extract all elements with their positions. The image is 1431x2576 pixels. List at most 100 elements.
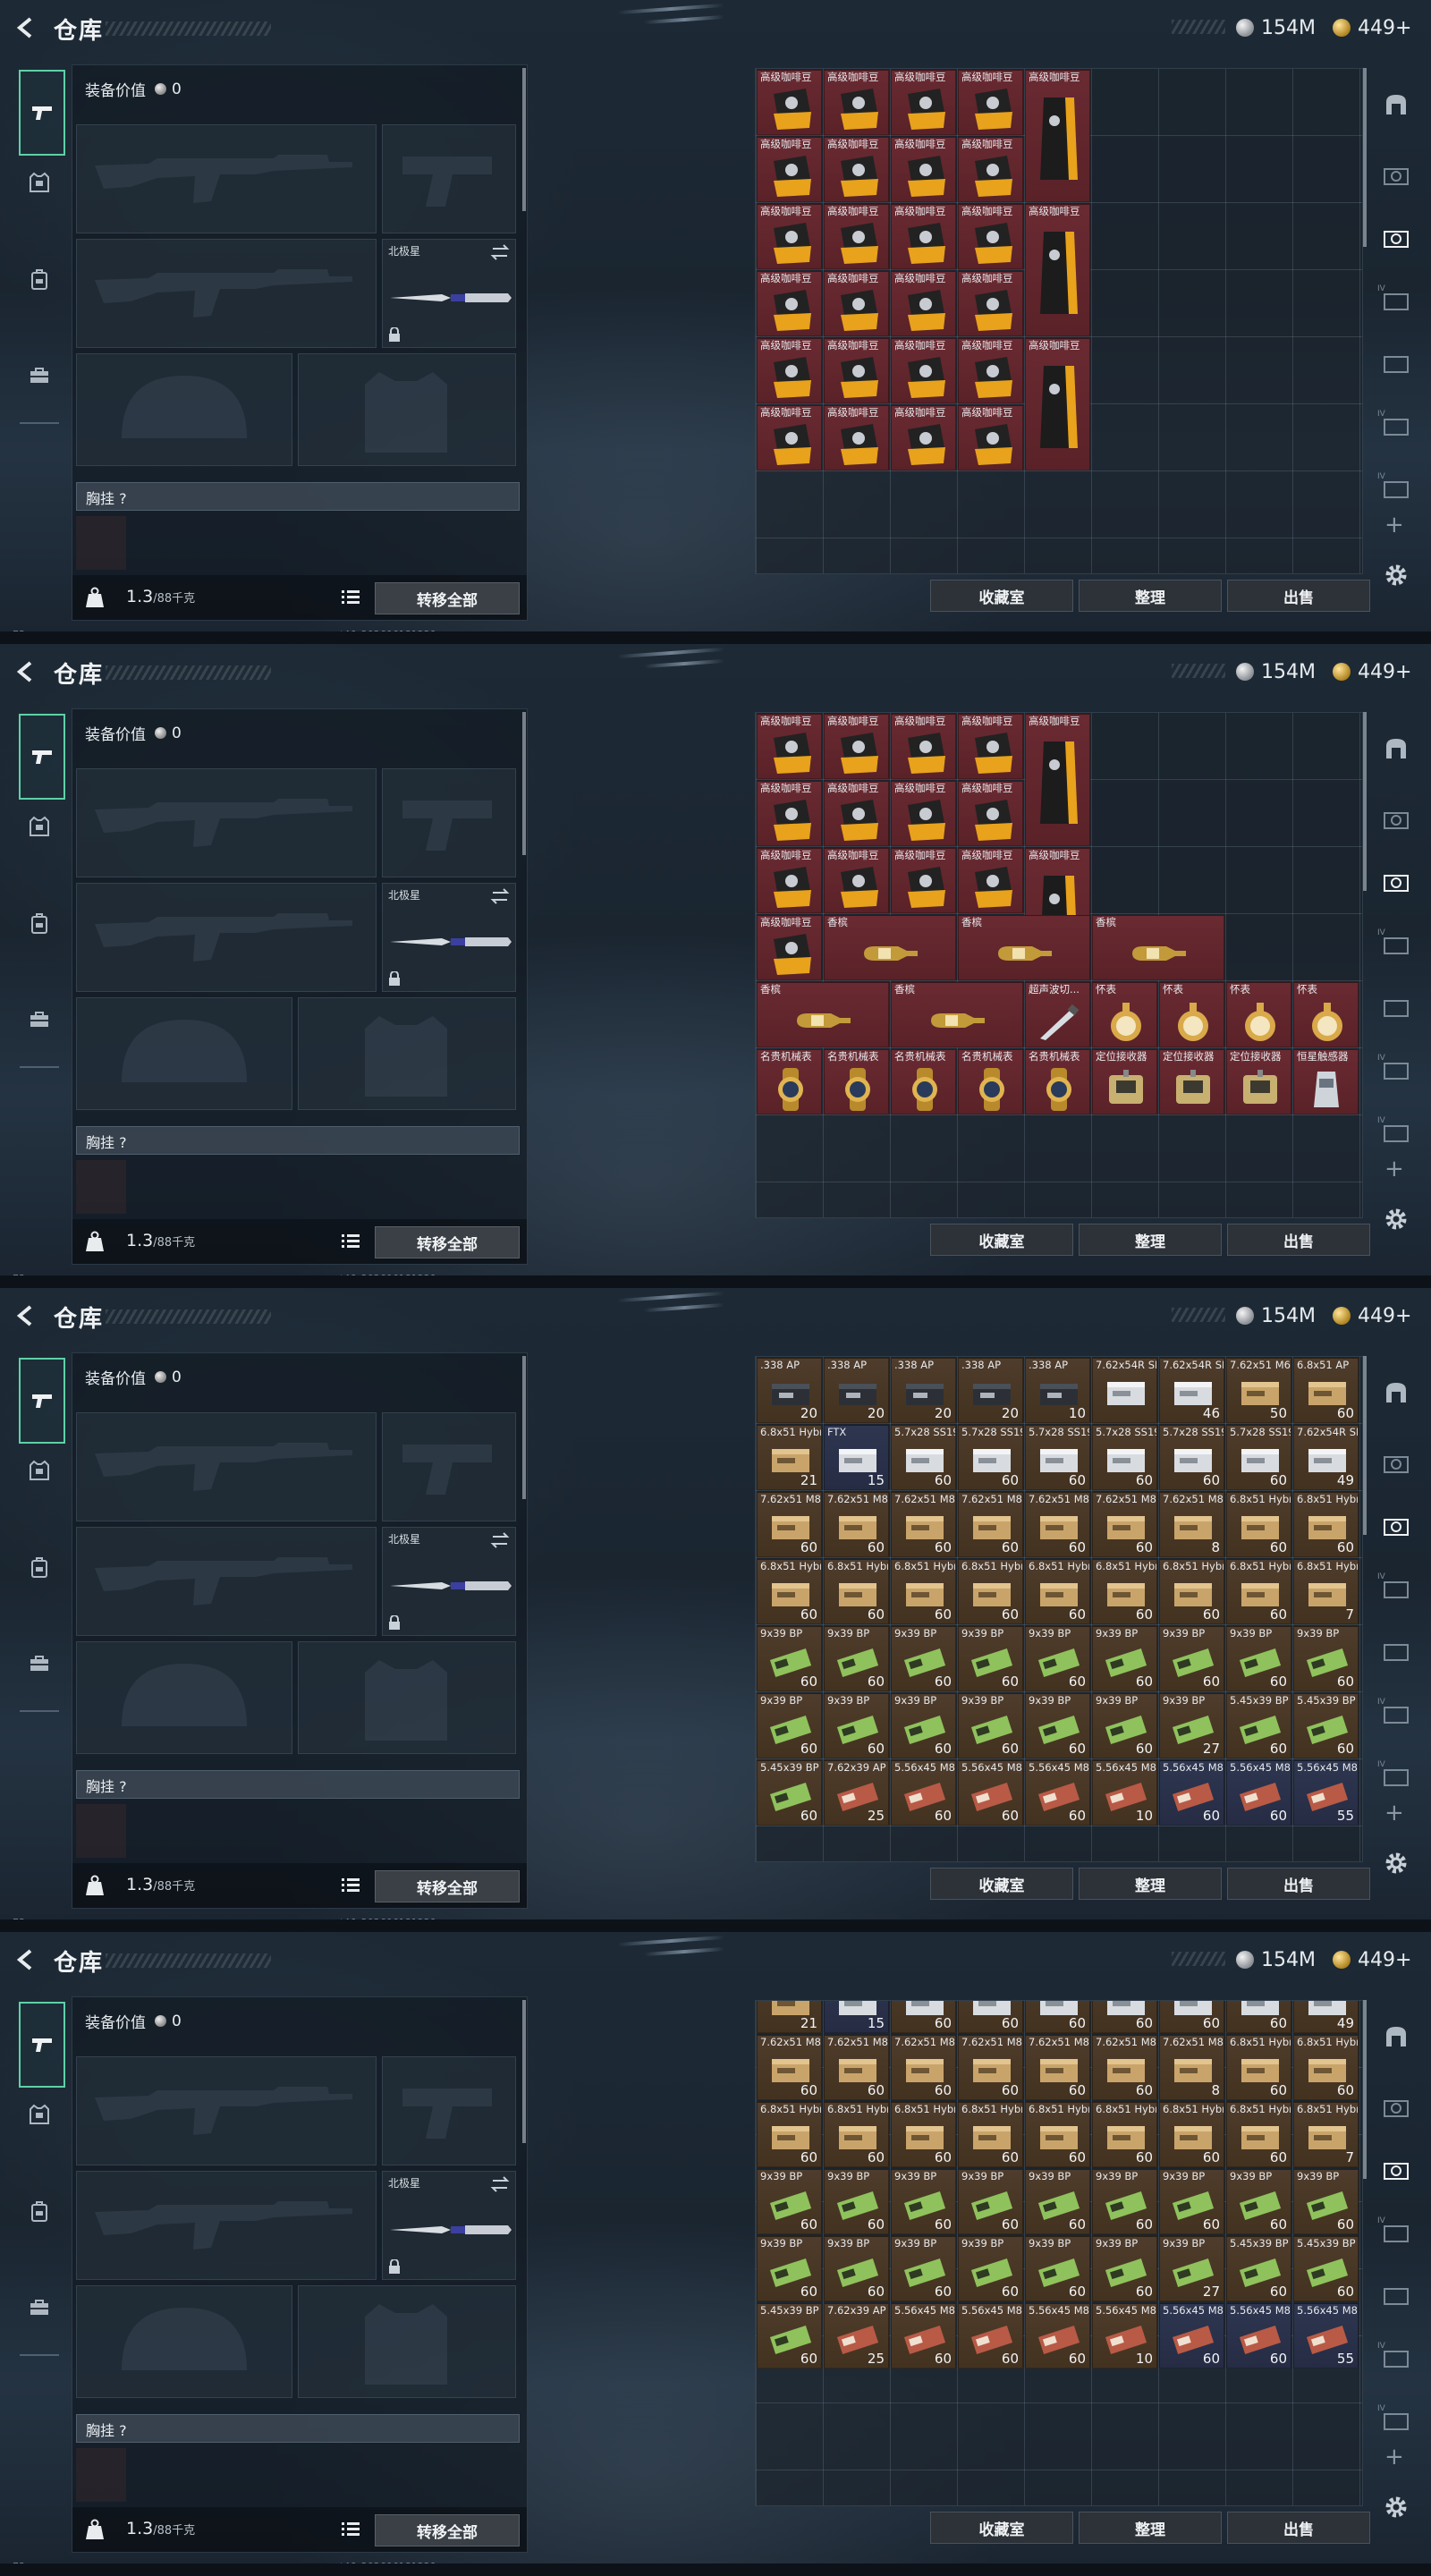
stash-item[interactable]: 高级咖啡豆 (891, 137, 956, 202)
chest-rig-bar[interactable]: 胸挂 ? (76, 1126, 520, 1155)
stash-item[interactable]: 高级咖啡豆 (958, 714, 1023, 779)
pistol-slot[interactable] (382, 2056, 516, 2165)
gear-icon[interactable] (1383, 1850, 1410, 1877)
melee-slot[interactable]: 北极星 (382, 2171, 516, 2280)
armor-slot[interactable] (298, 353, 516, 466)
stash-item[interactable]: 6.8x51 AP 60 (1293, 1358, 1359, 1423)
nav-armor[interactable] (20, 163, 59, 202)
stash-item[interactable]: 怀表 (1159, 982, 1224, 1047)
gear-icon[interactable] (1383, 562, 1410, 589)
gold-currency[interactable]: 449+ (1333, 1946, 1411, 1973)
pistol-slot[interactable] (382, 124, 516, 233)
stash-item[interactable]: 6.8x51 Hybrid 60 (1226, 1492, 1291, 1557)
stash-scrollbar[interactable] (1363, 1356, 1367, 1535)
stash-item[interactable]: 5.56x45 M855 60 (891, 1760, 956, 1826)
silver-currency[interactable]: 154M (1236, 1302, 1316, 1329)
secondary-weapon-slot[interactable] (76, 1527, 377, 1636)
stash-item[interactable]: 高级咖啡豆 (1025, 70, 1090, 202)
container-tab[interactable]: IV (1377, 2342, 1411, 2374)
primary-weapon-slot[interactable] (76, 124, 377, 233)
back-button[interactable] (13, 1946, 39, 1973)
stash-item[interactable]: 定位接收器 (1226, 1049, 1291, 1114)
stash-item[interactable]: 7.62x51 M80 60 (824, 1492, 889, 1557)
chest-rig-slot[interactable] (76, 1804, 126, 1858)
stash-item[interactable]: 9x39 BP 60 (1226, 2169, 1291, 2234)
chest-rig-bar[interactable]: 胸挂 ? (76, 482, 520, 511)
stash-item[interactable]: 5.45x39 BP 60 (1293, 1693, 1359, 1758)
stash-item[interactable]: 名贵机械表 (891, 1049, 956, 1114)
container-tab[interactable] (1381, 805, 1411, 835)
helmet-slot[interactable] (76, 997, 292, 1110)
stash-item[interactable]: 高级咖啡豆 (757, 714, 822, 779)
list-icon[interactable] (341, 588, 360, 606)
stash-item[interactable]: 9x39 BP 60 (958, 2236, 1023, 2301)
list-icon[interactable] (341, 1876, 360, 1894)
stash-item[interactable]: 9x39 BP 60 (891, 2169, 956, 2234)
stash-item[interactable]: 名贵机械表 (824, 1049, 889, 1114)
stash-item[interactable]: 6.8x51 Hybrid 60 (958, 1559, 1023, 1624)
stash-item[interactable]: 5.56x45 M855 60 (1025, 2303, 1090, 2368)
chest-rig-bar[interactable]: 胸挂 ? (76, 1770, 520, 1799)
gold-currency[interactable]: 449+ (1333, 14, 1411, 41)
stash-item[interactable]: 名贵机械表 (757, 1049, 822, 1114)
stash-item[interactable]: 7.62x54R SNB 46 (1159, 1358, 1224, 1423)
stash-item[interactable]: 7.62x51 M80 60 (1025, 1492, 1090, 1557)
stash-item[interactable]: 怀表 (1092, 982, 1157, 1047)
back-button[interactable] (13, 1302, 39, 1329)
nav-case[interactable] (20, 356, 59, 395)
stash-item[interactable]: 高级咖啡豆 (757, 915, 822, 980)
stash-item[interactable]: 60 (958, 2001, 1023, 2033)
stash-item[interactable]: 高级咖啡豆 (824, 338, 889, 403)
stash-item[interactable]: 5.45x39 BP 60 (757, 2303, 822, 2368)
stash-item[interactable]: 高级咖啡豆 (1025, 714, 1090, 846)
container-tab[interactable] (1381, 1377, 1411, 1408)
stash-item[interactable]: 7.62x51 M80 60 (1092, 1492, 1157, 1557)
stash-item[interactable]: 香槟 (958, 915, 1090, 980)
stash-item[interactable]: 定位接收器 (1092, 1049, 1157, 1114)
chest-rig-slot[interactable] (76, 1160, 126, 1214)
stash-item[interactable]: 5.56x45 M855A1 60 (1159, 1760, 1224, 1826)
back-button[interactable] (13, 658, 39, 685)
stash-item[interactable]: 60 (1159, 2001, 1224, 2033)
stash-item[interactable]: 6.8x51 Hybrid 60 (757, 1559, 822, 1624)
stash-item[interactable]: 9x39 BP 60 (1092, 1693, 1157, 1758)
stash-item[interactable]: 9x39 BP 60 (1092, 1626, 1157, 1691)
secondary-weapon-slot[interactable] (76, 883, 377, 992)
stash-item[interactable]: 5.56x45 M855A1 55 (1293, 2303, 1359, 2368)
list-icon[interactable] (341, 2520, 360, 2538)
stash-item[interactable]: 6.8x51 Hybrid 60 (958, 2102, 1023, 2167)
sell-button[interactable]: 出售 (1227, 1224, 1370, 1256)
stash-item[interactable]: 7.62x51 M80 60 (1092, 2035, 1157, 2100)
collection-button[interactable]: 收藏室 (930, 1224, 1073, 1256)
stash-item[interactable]: 高级咖啡豆 (824, 781, 889, 846)
list-icon[interactable] (341, 1232, 360, 1250)
equipment-scrollbar[interactable] (522, 2000, 526, 2143)
stash-item[interactable]: 高级咖啡豆 (958, 70, 1023, 135)
stash-item[interactable]: 高级咖啡豆 (824, 848, 889, 913)
stash-item[interactable]: 5.45x39 BP 60 (1226, 2236, 1291, 2301)
stash-item[interactable]: 高级咖啡豆 (757, 848, 822, 913)
stash-item[interactable]: 9x39 BP 60 (824, 2169, 889, 2234)
stash-item[interactable]: 6.8x51 Hybrid 60 (891, 1559, 956, 1624)
stash-item[interactable]: 6.8x51 Hybrid 60 (1293, 2035, 1359, 2100)
stash-item[interactable]: 9x39 BP 27 (1159, 1693, 1224, 1758)
stash-item[interactable]: .338 AP 20 (891, 1358, 956, 1423)
container-tab[interactable] (1381, 733, 1411, 764)
stash-item[interactable]: 香槟 (824, 915, 956, 980)
stash-item[interactable]: 9x39 BP 60 (824, 1693, 889, 1758)
primary-weapon-slot[interactable] (76, 768, 377, 877)
primary-weapon-slot[interactable] (76, 2056, 377, 2165)
silver-currency[interactable]: 154M (1236, 658, 1316, 685)
stash-item[interactable]: 高级咖啡豆 (958, 781, 1023, 846)
stash-item[interactable]: 5.56x45 M855 60 (958, 1760, 1023, 1826)
stash-item[interactable]: 6.8x51 Hybrid 60 (891, 2102, 956, 2167)
stash-item[interactable]: 高级咖啡豆 (891, 70, 956, 135)
nav-backpack[interactable] (20, 1547, 59, 1587)
stash-item[interactable]: 5.7x28 SS190 60 (891, 1425, 956, 1490)
armor-slot[interactable] (298, 2285, 516, 2398)
silver-currency[interactable]: 154M (1236, 14, 1316, 41)
swap-icon[interactable] (490, 887, 510, 905)
stash-item[interactable]: 6.8x51 Hybrid 60 (1092, 1559, 1157, 1624)
transfer-all-button[interactable]: 转移全部 (375, 582, 520, 614)
stash-item[interactable]: 9x39 BP 60 (1025, 2236, 1090, 2301)
